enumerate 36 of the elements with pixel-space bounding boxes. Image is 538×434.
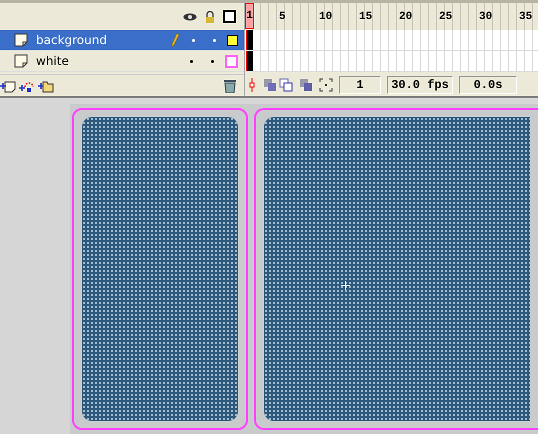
frame-number: 5	[279, 11, 286, 23]
layer-icon	[14, 33, 28, 47]
current-frame: 1	[339, 76, 381, 94]
layer-row[interactable]: white	[0, 51, 244, 72]
layer-row[interactable]: background	[0, 30, 244, 51]
lock-icon[interactable]	[205, 10, 215, 22]
layer-name: background	[36, 33, 108, 47]
dot-icon[interactable]	[211, 60, 214, 62]
onion-outline-icon[interactable]	[279, 78, 293, 92]
add-layer-icon[interactable]	[0, 79, 16, 93]
elapsed-time: 0.0s	[459, 76, 517, 94]
playhead[interactable]: 1	[245, 3, 254, 29]
frame-number: 25	[439, 11, 452, 23]
dot-icon[interactable]	[192, 38, 195, 42]
dot-icon[interactable]	[190, 60, 193, 62]
layer-icon	[14, 54, 28, 68]
layer-name: white	[36, 54, 70, 68]
frame-number: 35	[519, 11, 532, 23]
frame-rate: 30.0 fps	[387, 76, 453, 94]
trash-icon[interactable]	[224, 79, 236, 93]
center-frame-icon[interactable]	[247, 78, 257, 92]
layer-color-swatch[interactable]	[227, 34, 238, 46]
dot-icon[interactable]	[213, 38, 216, 42]
outline-icon[interactable]	[223, 10, 236, 23]
frame-number: 15	[359, 11, 372, 23]
frame-number: 10	[319, 11, 332, 23]
onion-skin-icon[interactable]	[263, 78, 277, 92]
frame-number: 20	[399, 11, 412, 23]
keyframe[interactable]	[246, 51, 253, 71]
onion-markers-icon[interactable]	[319, 78, 333, 92]
frame-number: 30	[479, 11, 492, 23]
keyframe[interactable]	[246, 30, 253, 50]
add-folder-icon[interactable]	[38, 79, 54, 93]
eye-icon[interactable]	[183, 12, 197, 22]
edit-frames-icon[interactable]	[299, 78, 313, 92]
layer-color-swatch[interactable]	[225, 54, 238, 68]
